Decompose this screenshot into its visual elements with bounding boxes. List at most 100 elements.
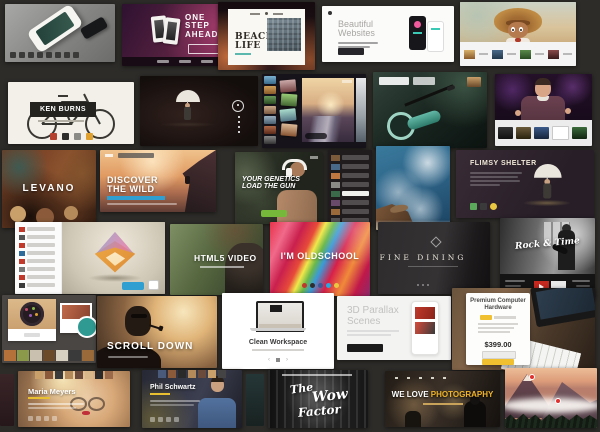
prev-arrow-icon[interactable]: ‹	[268, 357, 270, 363]
gallery-thumb[interactable]	[264, 136, 276, 144]
food-thumb[interactable]	[30, 350, 42, 361]
avatar[interactable]	[218, 370, 226, 378]
gallery-thumb[interactable]	[264, 96, 276, 104]
avatar[interactable]	[198, 370, 206, 378]
thumb-beach-life[interactable]: BEACH LIFE	[218, 2, 315, 70]
avatar[interactable]	[188, 370, 196, 378]
video-thumb[interactable]	[520, 50, 531, 59]
social-icon[interactable]	[310, 283, 315, 288]
playlist-row[interactable]	[331, 208, 369, 215]
thumb-im-oldschool[interactable]: I'M OLDSCHOOL	[270, 222, 370, 296]
scroll-indicator-icon[interactable]	[232, 100, 244, 112]
avatar[interactable]	[178, 370, 186, 378]
social-icon[interactable]	[52, 416, 57, 421]
social-icon[interactable]	[326, 283, 331, 288]
thumb-ken-burns[interactable]: KEN BURNS	[8, 82, 134, 144]
social-icon[interactable]	[150, 417, 155, 422]
sidebar-item[interactable]	[19, 282, 55, 288]
thumb-beautiful-websites[interactable]: Beautiful Websites	[322, 6, 454, 62]
social-icon[interactable]	[166, 417, 171, 422]
thumb-wow-factor[interactable]: The Wow Factor	[268, 370, 368, 428]
food-thumb[interactable]	[82, 350, 94, 361]
search-box[interactable]	[379, 77, 409, 85]
playlist-row[interactable]	[331, 154, 369, 161]
social-icon[interactable]	[334, 283, 339, 288]
thumb-umbrella-dark[interactable]	[140, 76, 258, 146]
social-icon[interactable]	[318, 283, 323, 288]
secondary-button[interactable]	[148, 280, 159, 290]
carousel-nav[interactable]: ‹›	[222, 357, 334, 363]
thumb-ocean-waves[interactable]	[376, 146, 450, 230]
thumb-partial[interactable]	[0, 374, 14, 426]
avatar[interactable]	[105, 371, 113, 379]
video-thumb[interactable]	[492, 50, 503, 59]
avatar[interactable]	[158, 370, 166, 378]
thumb-video-player-cartoon[interactable]	[460, 2, 576, 66]
video-thumb[interactable]	[534, 127, 549, 139]
avatar[interactable]	[55, 371, 63, 379]
thumb-maria-meyers[interactable]: Maria Meyers	[18, 371, 130, 427]
gallery-thumb[interactable]	[264, 86, 276, 94]
thumb-your-genetics[interactable]: YOUR GENETICS LOAD THE GUN	[235, 152, 323, 224]
food-thumb[interactable]	[17, 350, 29, 361]
playlist-row[interactable]	[331, 172, 369, 179]
thumb-fine-dining[interactable]: FINE DINING	[378, 222, 490, 294]
social-icon[interactable]	[174, 417, 179, 422]
gallery-thumb[interactable]	[264, 106, 276, 114]
gallery-thumb[interactable]	[264, 116, 276, 124]
video-thumb-selected[interactable]	[552, 126, 569, 140]
thumb-motorcycle[interactable]	[373, 72, 487, 148]
social-icon[interactable]	[158, 417, 163, 422]
avatar[interactable]	[35, 371, 43, 379]
playlist-row-active[interactable]	[331, 190, 369, 197]
sidebar-item[interactable]	[19, 258, 55, 264]
video-thumb[interactable]	[572, 127, 587, 139]
thumb-we-love-photography[interactable]: WE LOVE PHOTOGRAPHY	[385, 371, 500, 427]
share-icon[interactable]	[480, 203, 487, 210]
sidebar-item[interactable]	[19, 250, 55, 256]
sidebar-item[interactable]	[19, 266, 55, 272]
social-icon[interactable]	[302, 283, 307, 288]
thumb-mountain-landscape[interactable]	[505, 368, 597, 428]
thumb-food-gallery[interactable]	[2, 295, 96, 363]
food-thumb[interactable]	[56, 350, 68, 361]
thumb-levano[interactable]: LEVANO	[2, 150, 96, 228]
buy-now-button[interactable]	[482, 359, 514, 365]
social-icon[interactable]	[36, 416, 41, 421]
playlist-row[interactable]	[331, 199, 369, 206]
social-icon[interactable]	[44, 416, 49, 421]
avatar[interactable]	[65, 371, 73, 379]
video-thumb[interactable]	[516, 127, 531, 139]
social-icon[interactable]	[28, 416, 33, 421]
menu-icon[interactable]	[105, 154, 113, 157]
thumb-html5-video[interactable]: HTML5 VIDEO	[170, 224, 263, 295]
thumb-clean-workspace[interactable]: Clean Workspace ‹›	[222, 293, 334, 369]
avatar[interactable]	[85, 371, 93, 379]
thumb-iphone-app[interactable]	[5, 4, 115, 62]
next-arrow-icon[interactable]: ›	[286, 357, 288, 363]
thumb-playlist-menu[interactable]	[328, 150, 372, 226]
cta-button[interactable]	[122, 282, 144, 290]
gallery-thumb[interactable]	[264, 126, 276, 134]
avatar[interactable]	[95, 371, 103, 379]
sidebar-item[interactable]	[19, 226, 55, 232]
thumb-discover-the-wild[interactable]: DISCOVER THE WILD	[100, 150, 216, 212]
sidebar-item[interactable]	[19, 234, 55, 240]
video-thumb[interactable]	[548, 50, 559, 59]
food-thumb[interactable]	[69, 350, 81, 361]
avatar[interactable]	[75, 371, 83, 379]
thumb-3d-parallax[interactable]: 3D Parallax Scenes	[337, 296, 451, 360]
share-icon[interactable]	[470, 203, 477, 210]
sidebar-item[interactable]	[19, 274, 55, 280]
food-thumb[interactable]	[43, 350, 55, 361]
thumb-rock-and-time[interactable]: Rock & Time	[500, 218, 595, 298]
thumb-premium-hardware[interactable]: Premium Computer Hardware $399.00	[452, 288, 595, 370]
thumb-fullscreen-gallery[interactable]	[262, 74, 366, 148]
thumb-phil-schwartz[interactable]: Phil Schwartz	[142, 370, 242, 428]
avatar[interactable]	[168, 370, 176, 378]
food-thumb[interactable]	[4, 350, 16, 361]
compare-button[interactable]	[482, 351, 516, 359]
video-thumb[interactable]	[464, 50, 475, 59]
thumb-flimsy-shelter[interactable]: FLIMSY SHELTER	[456, 150, 594, 218]
thumb-scroll-down[interactable]: SCROLL DOWN	[97, 296, 217, 368]
